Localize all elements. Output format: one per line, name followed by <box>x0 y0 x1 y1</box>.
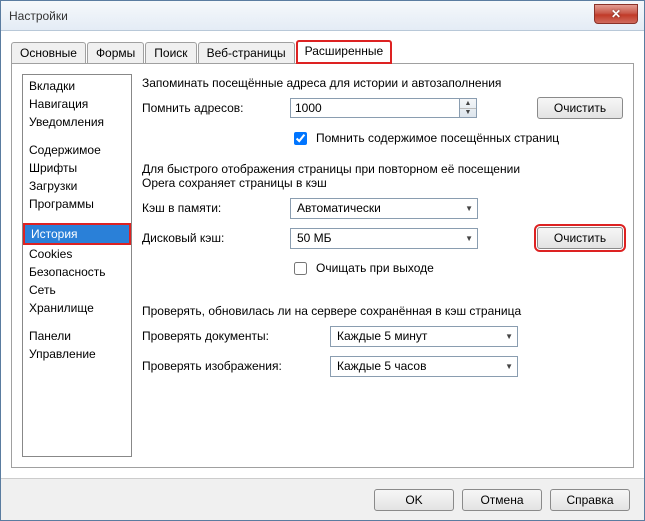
sidebar-item-fonts[interactable]: Шрифты <box>23 159 131 177</box>
chevron-down-icon: ▼ <box>505 332 513 341</box>
sidebar-item-security[interactable]: Безопасность <box>23 263 131 281</box>
spinner-buttons[interactable]: ▲ ▼ <box>460 98 477 118</box>
remember-content-label: Помнить содержимое посещённых страниц <box>316 131 559 145</box>
remember-addresses-label: Помнить адресов: <box>142 101 282 115</box>
history-description: Запоминать посещённые адреса для истории… <box>142 76 623 90</box>
help-button[interactable]: Справка <box>550 489 630 511</box>
content-area: Основные Формы Поиск Веб-страницы Расшир… <box>1 31 644 478</box>
check-images-combo[interactable]: Каждые 5 часов ▼ <box>330 356 518 377</box>
cache-description-2: Opera сохраняет страницы в кэш <box>142 176 623 190</box>
sidebar-item-tabs[interactable]: Вкладки <box>23 77 131 95</box>
check-documents-combo[interactable]: Каждые 5 минут ▼ <box>330 326 518 347</box>
chevron-up-icon[interactable]: ▲ <box>460 99 476 109</box>
sidebar: Вкладки Навигация Уведомления Содержимое… <box>22 74 132 457</box>
sidebar-item-management[interactable]: Управление <box>23 345 131 363</box>
cache-description-1: Для быстрого отображения страницы при по… <box>142 162 623 176</box>
sidebar-item-content[interactable]: Содержимое <box>23 141 131 159</box>
clear-on-exit-input[interactable] <box>294 262 307 275</box>
revalidate-description: Проверять, обновилась ли на сервере сохр… <box>142 304 623 318</box>
sidebar-item-network[interactable]: Сеть <box>23 281 131 299</box>
dialog-footer: OK Отмена Справка <box>1 478 644 520</box>
sidebar-item-downloads[interactable]: Загрузки <box>23 177 131 195</box>
close-icon: ✕ <box>611 7 621 21</box>
disk-cache-value: 50 МБ <box>297 231 332 245</box>
remember-addresses-input[interactable] <box>290 98 460 118</box>
ok-button[interactable]: OK <box>374 489 454 511</box>
chevron-down-icon[interactable]: ▼ <box>460 109 476 118</box>
check-documents-label: Проверять документы: <box>142 329 322 343</box>
tab-panel: Вкладки Навигация Уведомления Содержимое… <box>11 63 634 468</box>
cancel-button[interactable]: Отмена <box>462 489 542 511</box>
tab-search[interactable]: Поиск <box>145 42 196 63</box>
settings-window: Настройки ✕ Основные Формы Поиск Веб-стр… <box>0 0 645 521</box>
chevron-down-icon: ▼ <box>465 204 473 213</box>
memory-cache-combo[interactable]: Автоматически ▼ <box>290 198 478 219</box>
tab-forms[interactable]: Формы <box>87 42 144 63</box>
remember-content-input[interactable] <box>294 132 307 145</box>
sidebar-item-programs[interactable]: Программы <box>23 195 131 213</box>
sidebar-item-navigation[interactable]: Навигация <box>23 95 131 113</box>
tab-strip: Основные Формы Поиск Веб-страницы Расшир… <box>11 39 634 63</box>
chevron-down-icon: ▼ <box>465 234 473 243</box>
disk-cache-combo[interactable]: 50 МБ ▼ <box>290 228 478 249</box>
check-documents-value: Каждые 5 минут <box>337 329 427 343</box>
remember-addresses-spinner[interactable]: ▲ ▼ <box>290 98 477 118</box>
memory-cache-label: Кэш в памяти: <box>142 201 282 215</box>
chevron-down-icon: ▼ <box>505 362 513 371</box>
sidebar-item-history[interactable]: История <box>25 225 129 243</box>
clear-on-exit-checkbox[interactable]: Очищать при выходе <box>290 259 434 278</box>
clear-on-exit-label: Очищать при выходе <box>316 261 434 275</box>
check-images-value: Каждые 5 часов <box>337 359 426 373</box>
clear-disk-cache-button[interactable]: Очистить <box>537 227 623 249</box>
window-title: Настройки <box>9 9 68 23</box>
disk-cache-label: Дисковый кэш: <box>142 231 282 245</box>
titlebar: Настройки ✕ <box>1 1 644 31</box>
memory-cache-value: Автоматически <box>297 201 381 215</box>
tab-general[interactable]: Основные <box>11 42 86 63</box>
check-images-label: Проверять изображения: <box>142 359 322 373</box>
sidebar-item-cookies[interactable]: Cookies <box>23 245 131 263</box>
tab-webpages[interactable]: Веб-страницы <box>198 42 295 63</box>
main-pane: Запоминать посещённые адреса для истории… <box>142 74 623 457</box>
tab-advanced[interactable]: Расширенные <box>296 40 393 64</box>
clear-history-button[interactable]: Очистить <box>537 97 623 119</box>
sidebar-item-panels[interactable]: Панели <box>23 327 131 345</box>
sidebar-item-notifications[interactable]: Уведомления <box>23 113 131 131</box>
sidebar-item-storage[interactable]: Хранилище <box>23 299 131 317</box>
remember-content-checkbox[interactable]: Помнить содержимое посещённых страниц <box>290 129 559 148</box>
close-button[interactable]: ✕ <box>594 4 638 24</box>
